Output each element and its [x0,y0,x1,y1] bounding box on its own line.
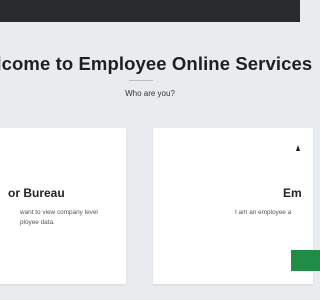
card-description-line1: want to view company level [20,209,98,216]
page-title: elcome to Employee Online Services [0,53,313,74]
card-description-line1: I am an employee a [235,209,292,216]
title-divider [129,80,153,81]
page-subtitle: Who are you? [125,89,175,98]
person-icon [296,145,300,151]
card-heading: Em [283,186,302,200]
top-bar [0,0,300,22]
card-heading: or Bureau [8,186,65,200]
employee-card[interactable]: Em I am an employee a [153,128,320,284]
select-employee-button[interactable] [291,250,320,271]
card-description-line2: ployee data. [20,219,55,226]
employer-or-bureau-card[interactable]: or Bureau want to view company level plo… [0,128,126,284]
